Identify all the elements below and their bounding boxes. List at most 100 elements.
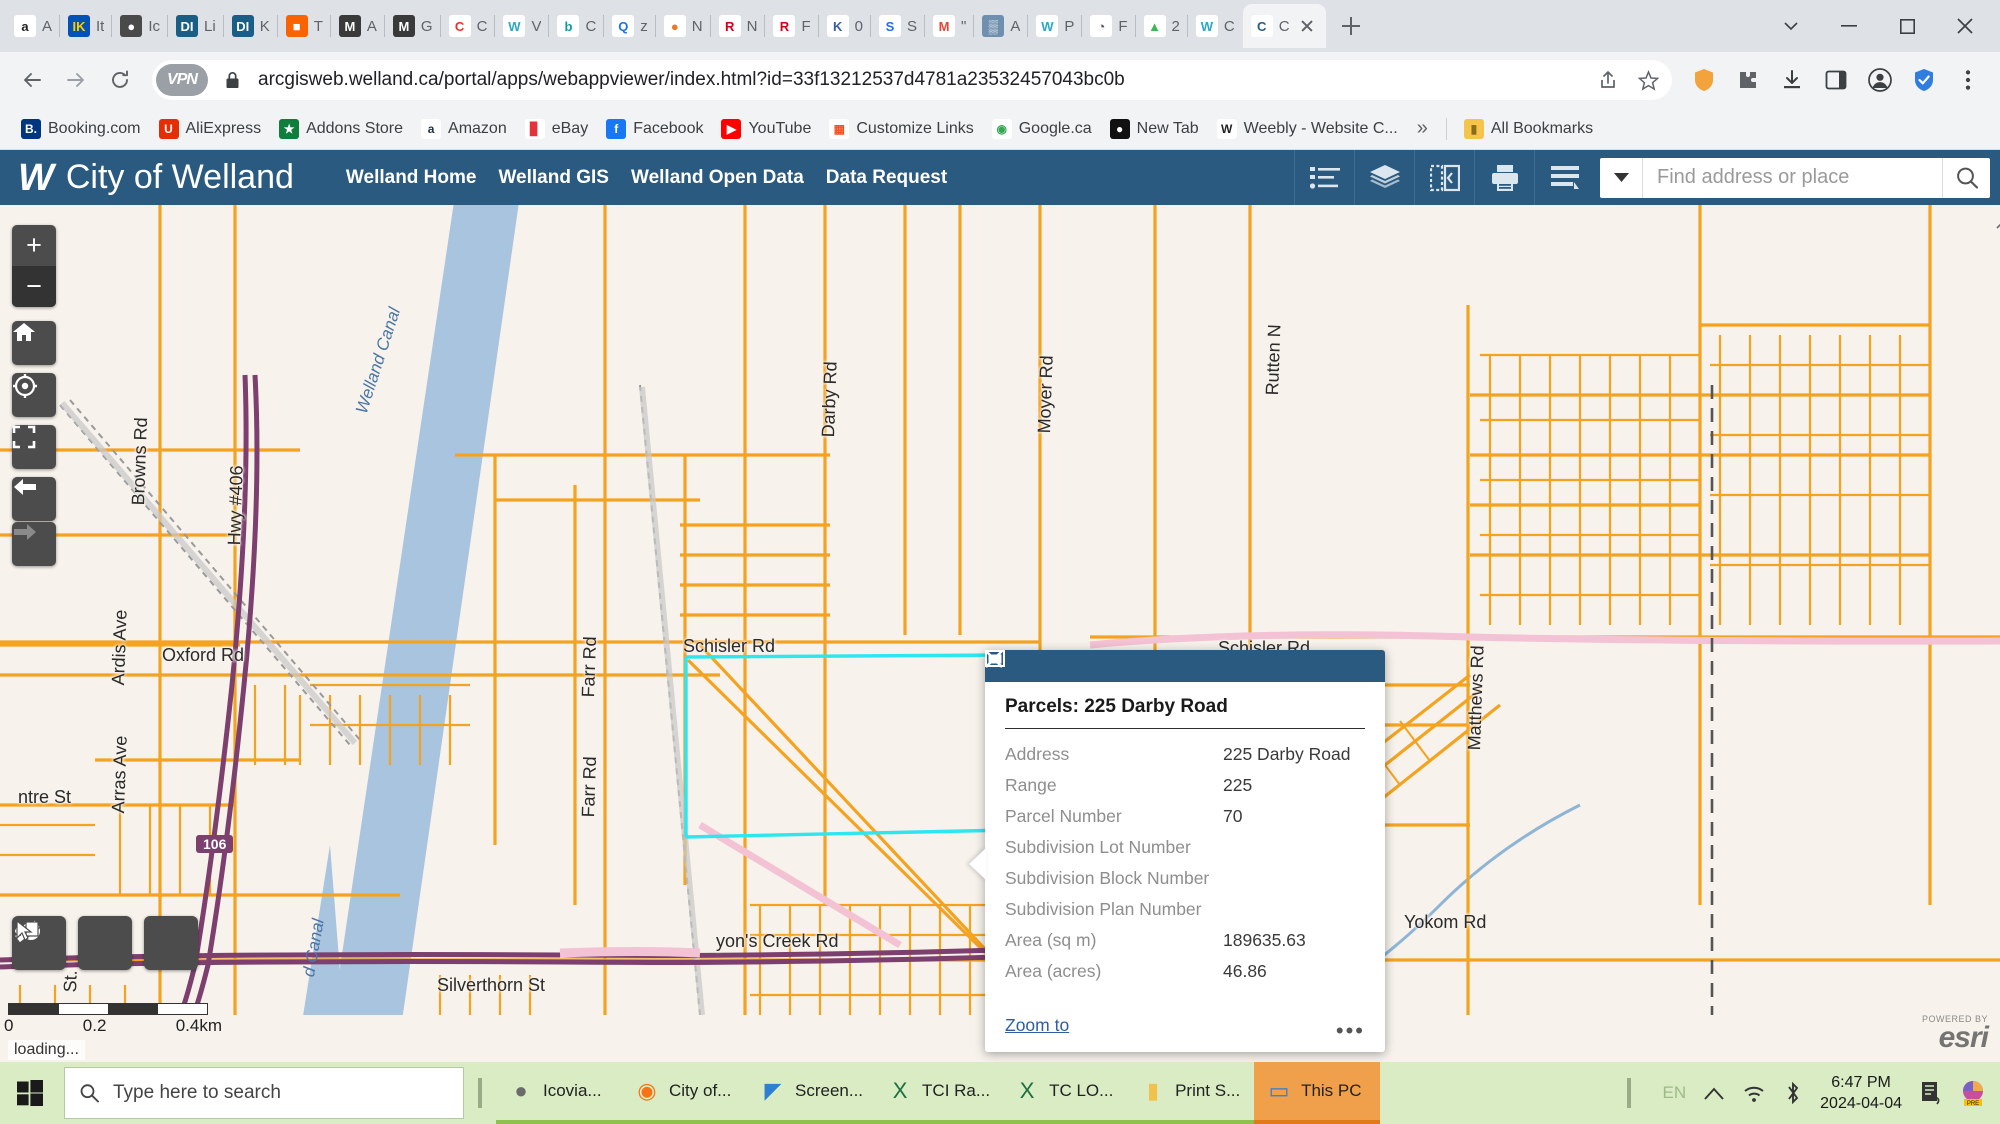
zoom-in-button[interactable]: +	[12, 225, 56, 266]
taskbar-app-button[interactable]: ●Icovia...	[496, 1062, 622, 1124]
sidepanel-icon[interactable]	[1816, 60, 1856, 100]
select-tool-button[interactable]	[144, 916, 198, 970]
chevron-up-icon[interactable]	[1704, 1087, 1724, 1100]
bookmark-item[interactable]: ▶YouTube	[712, 116, 820, 142]
measure-tool-button[interactable]	[78, 916, 132, 970]
zoom-to-link[interactable]: Zoom to	[1005, 1015, 1069, 1036]
password-check-icon[interactable]	[1904, 60, 1944, 100]
next-extent-button[interactable]	[12, 522, 56, 566]
browser-tab[interactable]: DIK	[224, 4, 278, 48]
extensions-puzzle-icon[interactable]	[1728, 60, 1768, 100]
shield-extension-icon[interactable]	[1684, 60, 1724, 100]
layers-icon[interactable]	[1354, 150, 1414, 205]
browser-tab[interactable]: ●Ic	[112, 4, 168, 48]
bookmark-item[interactable]: UAliExpress	[150, 116, 271, 142]
browser-tab[interactable]: IKIt	[60, 4, 112, 48]
notes-icon[interactable]	[1920, 1081, 1942, 1105]
map-canvas[interactable]: Welland CanalBrowns RdHwy #406Oxford RdA…	[0, 205, 2000, 1062]
app-brand[interactable]: W City of Welland	[0, 158, 294, 197]
browser-tab[interactable]: M"	[925, 4, 974, 48]
address-bar[interactable]: VPN arcgisweb.welland.ca/portal/apps/web…	[152, 60, 1672, 100]
browser-tab[interactable]: DILi	[168, 4, 224, 48]
bookmarks-overflow-button[interactable]: »	[1407, 117, 1438, 140]
bluetooth-icon[interactable]	[1784, 1081, 1802, 1105]
share-icon[interactable]	[1588, 60, 1628, 100]
print-icon[interactable]	[1474, 150, 1534, 205]
bookmark-item[interactable]: aAmazon	[412, 116, 516, 142]
bookmark-item[interactable]: fFacebook	[597, 116, 712, 142]
swipe-icon[interactable]	[1414, 150, 1474, 205]
app-nav-link[interactable]: Data Request	[826, 167, 947, 189]
browser-tab[interactable]: CC	[441, 4, 496, 48]
taskbar-app-button[interactable]: XTCI Ra...	[875, 1062, 1002, 1124]
start-button[interactable]	[0, 1062, 60, 1124]
bookmark-item[interactable]: ●New Tab	[1101, 116, 1208, 142]
browser-tab[interactable]: ■T	[278, 4, 331, 48]
browser-tab[interactable]: ▒A	[974, 4, 1028, 48]
popup-more-options-icon[interactable]: •••	[1336, 1026, 1365, 1036]
taskbar-search[interactable]: Type here to search	[64, 1067, 464, 1119]
url-text[interactable]: arcgisweb.welland.ca/portal/apps/webappv…	[258, 69, 1588, 91]
search-dropdown-caret-icon[interactable]	[1600, 172, 1642, 183]
my-location-button[interactable]	[12, 373, 56, 417]
browser-tab[interactable]: RF	[765, 4, 818, 48]
reload-button[interactable]	[100, 60, 140, 100]
taskbar-clock[interactable]: 6:47 PM 2024-04-04	[1820, 1072, 1902, 1114]
downloads-icon[interactable]	[1772, 60, 1812, 100]
zoom-controls[interactable]: + −	[12, 225, 56, 307]
back-button[interactable]	[12, 60, 52, 100]
browser-tab[interactable]: ▲2	[1136, 4, 1188, 48]
full-extent-button[interactable]	[12, 425, 56, 469]
close-window-button[interactable]	[1936, 0, 1994, 52]
search-icon[interactable]	[1942, 158, 1990, 198]
vpn-indicator[interactable]: VPN	[156, 64, 208, 96]
browser-tab[interactable]: SS	[871, 4, 925, 48]
language-indicator[interactable]: EN	[1663, 1083, 1687, 1103]
attribute-table-icon[interactable]	[1534, 150, 1594, 205]
bookmark-item[interactable]: ◉Google.ca	[983, 116, 1101, 142]
bookmark-star-icon[interactable]	[1628, 60, 1668, 100]
minimize-button[interactable]	[1820, 0, 1878, 52]
all-bookmarks-button[interactable]: ▮ All Bookmarks	[1455, 116, 1602, 142]
new-tab-button[interactable]	[1334, 9, 1368, 43]
browser-tab[interactable]: Qz	[604, 4, 656, 48]
taskbar-app-button[interactable]: ▮Print S...	[1128, 1062, 1254, 1124]
bookmark-item[interactable]: ▦Customize Links	[820, 116, 982, 142]
zoom-out-button[interactable]: −	[12, 266, 56, 307]
home-extent-button[interactable]	[12, 321, 56, 365]
taskbar-app-button[interactable]: ▭This PC	[1254, 1062, 1380, 1124]
taskbar-app-button[interactable]: XTC LO...	[1002, 1062, 1128, 1124]
search-input[interactable]	[1642, 158, 1942, 198]
feature-popup[interactable]: Parcels: 225 Darby Road Address225 Darby…	[985, 650, 1385, 1052]
bookmark-item[interactable]: B.Booking.com	[12, 116, 150, 142]
app-nav-link[interactable]: Welland Open Data	[631, 167, 804, 189]
browser-tab[interactable]: RN	[711, 4, 766, 48]
taskbar-app-button[interactable]: ◉City of...	[622, 1062, 748, 1124]
taskbar-app-button[interactable]: ◤Screen...	[748, 1062, 875, 1124]
browser-tab[interactable]: bC	[549, 4, 604, 48]
browser-tab[interactable]: MA	[331, 4, 385, 48]
browser-tab[interactable]: K0	[819, 4, 871, 48]
wifi-icon[interactable]	[1742, 1083, 1766, 1103]
app-nav-link[interactable]: Welland Home	[346, 167, 477, 189]
maximize-button[interactable]	[1878, 0, 1936, 52]
tab-search-chevron-icon[interactable]	[1762, 0, 1820, 52]
browser-tab[interactable]: CC	[1243, 4, 1326, 48]
app-nav-link[interactable]: Welland GIS	[498, 167, 609, 189]
chrome-menu-icon[interactable]	[1948, 60, 1988, 100]
browser-tab[interactable]: WP	[1028, 4, 1082, 48]
browser-tab[interactable]: WC	[1188, 4, 1243, 48]
bookmark-item[interactable]: ▊eBay	[516, 116, 597, 142]
browser-tab[interactable]: ◔F	[1082, 4, 1135, 48]
pre-icon[interactable]: PRE	[1960, 1079, 1986, 1107]
browser-tab[interactable]: ●N	[656, 4, 711, 48]
browser-tab[interactable]: WV	[495, 4, 549, 48]
bookmark-item[interactable]: WWeebly - Website C...	[1208, 116, 1407, 142]
bookmark-item[interactable]: ★Addons Store	[270, 116, 412, 142]
legend-icon[interactable]	[1294, 150, 1354, 205]
forward-button[interactable]	[56, 60, 96, 100]
previous-extent-button[interactable]	[12, 477, 56, 521]
address-search[interactable]	[1600, 158, 1990, 198]
profile-avatar-icon[interactable]	[1860, 60, 1900, 100]
browser-tab[interactable]: aA	[6, 4, 60, 48]
